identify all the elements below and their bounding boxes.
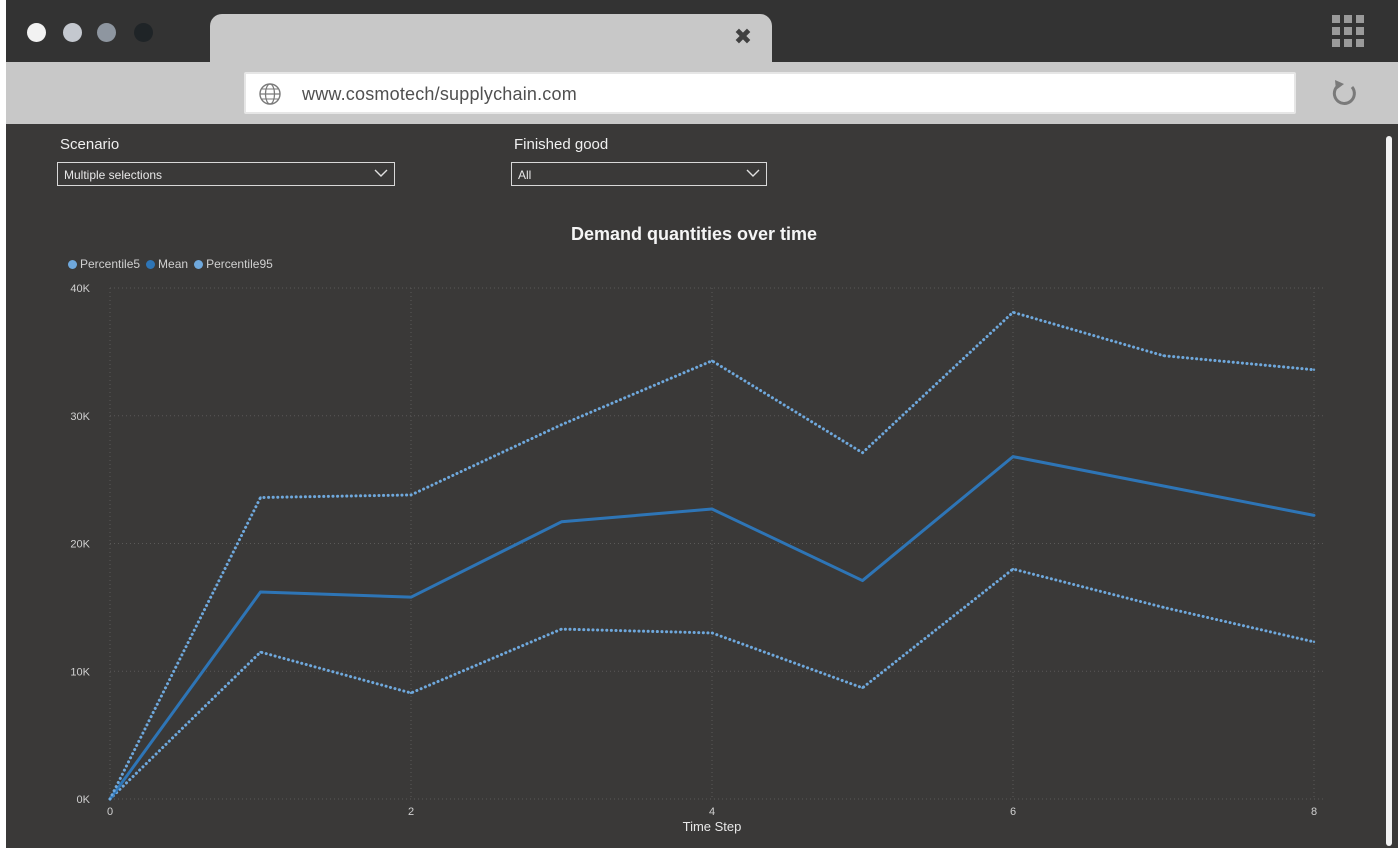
data-point-percentile95 — [710, 359, 714, 363]
data-point-percentile5 — [861, 686, 864, 690]
data-point-percentile95 — [1011, 311, 1015, 314]
report-canvas: Scenario Multiple selections Finished go… — [6, 124, 1382, 848]
x-tick-label: 6 — [1010, 806, 1016, 818]
data-point-percentile95 — [861, 451, 864, 454]
data-point-mean — [861, 579, 864, 582]
reload-icon[interactable] — [1330, 78, 1360, 108]
data-point-percentile5 — [259, 650, 262, 654]
x-axis-title: Time Step — [683, 819, 742, 834]
data-point-mean — [1011, 455, 1015, 458]
data-point-mean — [1162, 484, 1165, 488]
y-tick-label: 0K — [77, 794, 91, 806]
data-point-mean — [710, 507, 714, 511]
data-point-mean — [1312, 514, 1316, 517]
browser-window: ✖ www.cosmotech/supplychain.com Scenario — [6, 0, 1398, 848]
y-tick-label: 40K — [70, 283, 90, 295]
browser-tab[interactable]: ✖ — [210, 14, 772, 62]
data-point-percentile5 — [1312, 640, 1316, 644]
x-tick-label: 4 — [709, 806, 715, 818]
data-point-percentile95 — [1162, 354, 1165, 357]
apps-grid-icon[interactable] — [1332, 15, 1364, 47]
x-tick-label: 0 — [107, 806, 113, 818]
window-minimize-dot[interactable] — [63, 23, 82, 42]
data-point-percentile5 — [710, 631, 714, 635]
vertical-scrollbar[interactable] — [1384, 124, 1394, 848]
y-tick-label: 10K — [70, 666, 90, 678]
series-line-percentile95 — [108, 310, 1316, 801]
window-maximize-dot[interactable] — [97, 23, 116, 42]
data-point-percentile5 — [409, 691, 413, 695]
scrollbar-thumb[interactable] — [1386, 136, 1392, 846]
x-tick-label: 8 — [1311, 806, 1317, 818]
data-point-percentile95 — [1312, 368, 1316, 371]
x-tick-label: 2 — [408, 806, 414, 818]
window-extra-dot[interactable] — [134, 23, 153, 42]
data-point-mean — [560, 520, 563, 523]
address-bar[interactable]: www.cosmotech/supplychain.com — [244, 72, 1296, 114]
data-point-mean — [409, 595, 413, 599]
url-text[interactable]: www.cosmotech/supplychain.com — [302, 84, 577, 105]
close-icon[interactable]: ✖ — [732, 27, 754, 49]
window-close-dot[interactable] — [27, 23, 46, 42]
y-tick-label: 30K — [70, 411, 90, 423]
data-point-percentile5 — [560, 627, 563, 631]
browser-toolbar: www.cosmotech/supplychain.com — [6, 62, 1398, 124]
globe-icon — [259, 83, 281, 105]
title-bar: ✖ — [6, 0, 1398, 62]
y-tick-label: 20K — [70, 539, 90, 551]
data-point-percentile5 — [1162, 606, 1165, 609]
data-point-percentile95 — [108, 797, 112, 801]
data-point-percentile95 — [259, 496, 262, 499]
data-point-percentile5 — [1011, 567, 1015, 571]
line-chart: 0K 10K 20K 30K 40K 0 2 4 6 8 Time Step — [70, 283, 1324, 834]
data-point-mean — [259, 590, 262, 594]
data-point-percentile95 — [409, 493, 413, 497]
data-point-percentile95 — [560, 423, 563, 426]
